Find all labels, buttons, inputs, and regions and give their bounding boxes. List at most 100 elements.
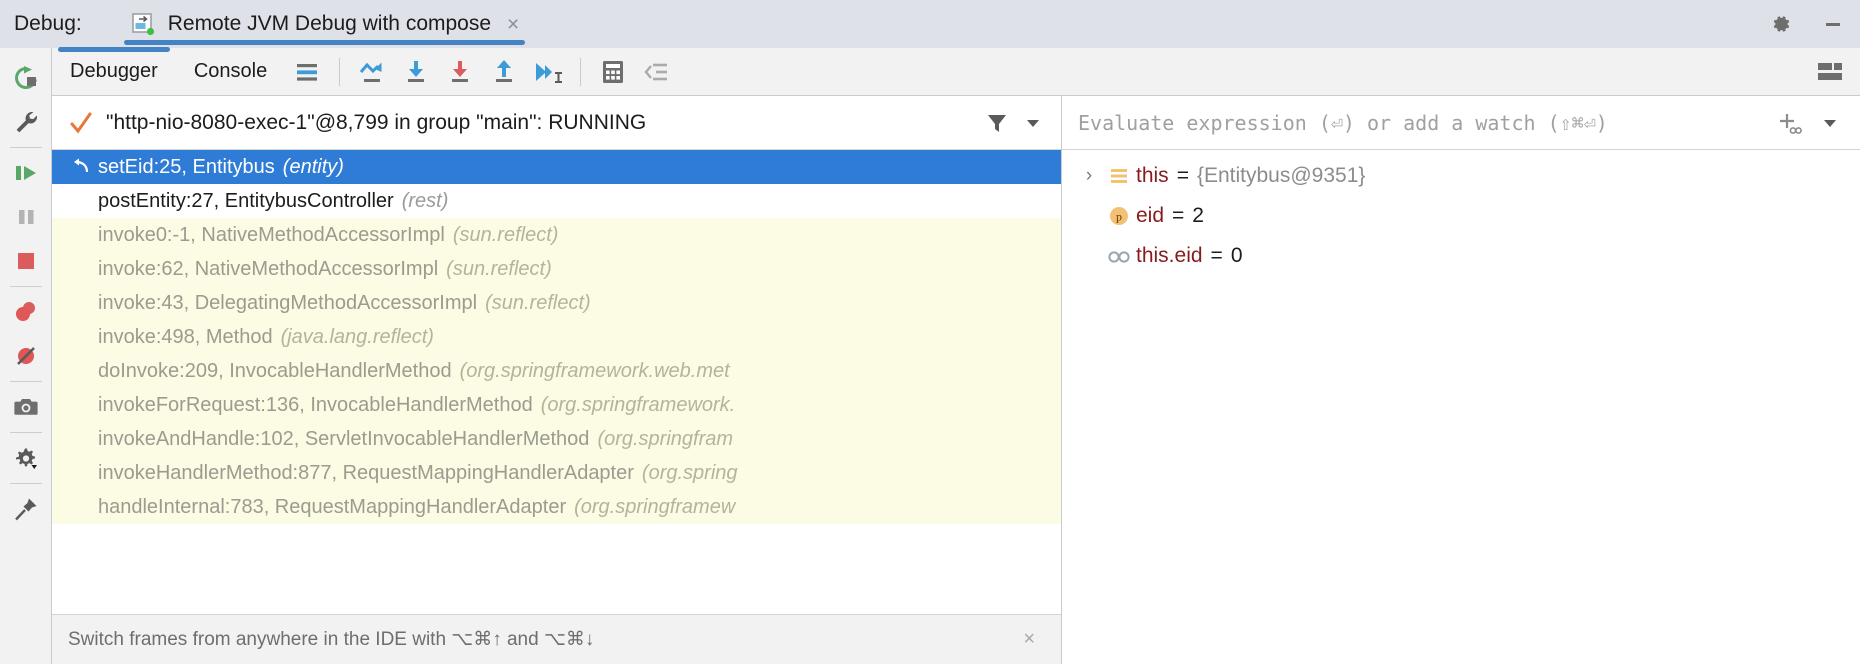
- expand-arrow-icon[interactable]: ›: [1076, 165, 1102, 187]
- chevron-down-icon[interactable]: [1810, 112, 1850, 134]
- frame-method: invoke:62, NativeMethodAccessorImpl: [98, 258, 438, 281]
- remote-debug-icon: [130, 11, 156, 37]
- frame-method: setEid:25, Entitybus: [98, 156, 275, 179]
- evaluate-expression-bar[interactable]: Evaluate expression (⏎) or add a watch (…: [1062, 96, 1860, 150]
- variables-pane: Evaluate expression (⏎) or add a watch (…: [1062, 96, 1860, 664]
- stop-button[interactable]: [6, 239, 46, 283]
- frame-row[interactable]: invokeForRequest:136, InvocableHandlerMe…: [52, 388, 1061, 422]
- variable-equals: =: [1211, 244, 1223, 268]
- mute-breakpoints-button[interactable]: [6, 334, 46, 378]
- variable-equals: =: [1177, 164, 1189, 188]
- frame-row[interactable]: invokeHandlerMethod:877, RequestMappingH…: [52, 456, 1061, 490]
- frame-method: doInvoke:209, InvocableHandlerMethod: [98, 360, 452, 383]
- frame-package: (org.springframework.web.met: [460, 360, 730, 383]
- toolbar-right-controls: [1808, 48, 1852, 96]
- variable-name: this.eid: [1136, 244, 1203, 268]
- run-configuration-tab[interactable]: Remote JVM Debug with compose ×: [124, 0, 526, 48]
- frame-row[interactable]: invoke0:-1, NativeMethodAccessorImpl (su…: [52, 218, 1061, 252]
- frame-package: (rest): [402, 190, 449, 213]
- frame-row[interactable]: doInvoke:209, InvocableHandlerMethod (or…: [52, 354, 1061, 388]
- thread-selector[interactable]: "http-nio-8080-exec-1"@8,799 in group "m…: [52, 96, 1061, 150]
- toolbar-separator: [10, 147, 42, 148]
- frames-lines-icon[interactable]: [285, 50, 329, 94]
- frame-row[interactable]: invoke:498, Method (java.lang.reflect): [52, 320, 1061, 354]
- toolbar-separator: [10, 432, 42, 433]
- lines-arrow-icon[interactable]: [635, 50, 679, 94]
- frame-row[interactable]: handleInternal:783, RequestMappingHandle…: [52, 490, 1061, 524]
- frame-package: (sun.reflect): [446, 258, 552, 281]
- frame-method: invoke:43, DelegatingMethodAccessorImpl: [98, 292, 477, 315]
- calculator-icon[interactable]: [591, 50, 635, 94]
- variable-row[interactable]: › this = {Entitybus@9351}: [1062, 156, 1860, 196]
- parameter-icon: p: [1102, 204, 1136, 228]
- variable-value: {Entitybus@9351}: [1197, 164, 1365, 188]
- frame-row[interactable]: postEntity:27, EntitybusController (rest…: [52, 184, 1061, 218]
- minimize-icon[interactable]: [1820, 11, 1846, 37]
- close-hint-icon[interactable]: ×: [1013, 628, 1045, 651]
- variable-name: this: [1136, 164, 1169, 188]
- frame-package: (org.springframework.: [541, 394, 736, 417]
- frame-package: (org.spring: [642, 462, 738, 485]
- run-to-cursor-icon[interactable]: [526, 50, 570, 94]
- debug-actions-toolbar: [0, 48, 52, 664]
- variable-row[interactable]: p eid = 2: [1062, 196, 1860, 236]
- frame-row[interactable]: invoke:43, DelegatingMethodAccessorImpl …: [52, 286, 1061, 320]
- title-bar-controls: [1768, 0, 1846, 48]
- frame-package: (sun.reflect): [453, 224, 559, 247]
- resume-program-button[interactable]: [6, 151, 46, 195]
- watch-glasses-icon: [1102, 245, 1136, 267]
- frame-row[interactable]: invoke:62, NativeMethodAccessorImpl (sun…: [52, 252, 1061, 286]
- pin-icon[interactable]: [6, 487, 46, 531]
- variables-list[interactable]: › this = {Entitybus@9351}: [1062, 150, 1860, 664]
- tab-console-label: Console: [194, 60, 267, 83]
- svg-text:p: p: [1116, 210, 1122, 224]
- pause-program-button[interactable]: [6, 195, 46, 239]
- add-watch-icon[interactable]: [1770, 110, 1810, 136]
- frame-method: invokeHandlerMethod:877, RequestMappingH…: [98, 462, 634, 485]
- frame-package: (org.springfram: [597, 428, 733, 451]
- toolbar-separator: [10, 381, 42, 382]
- tab-console[interactable]: Console: [176, 48, 285, 96]
- frame-package: (org.springframew: [574, 496, 735, 519]
- hint-text: Switch frames from anywhere in the IDE w…: [68, 628, 1013, 651]
- frames-hint-bar: Switch frames from anywhere in the IDE w…: [52, 614, 1061, 664]
- toolbar-separator: [10, 483, 42, 484]
- edit-configuration-button[interactable]: [6, 100, 46, 144]
- close-tab-icon[interactable]: ×: [507, 14, 519, 35]
- step-over-icon[interactable]: [350, 50, 394, 94]
- frame-package: (java.lang.reflect): [281, 326, 434, 349]
- frame-method: postEntity:27, EntitybusController: [98, 190, 394, 213]
- frame-method: invokeForRequest:136, InvocableHandlerMe…: [98, 394, 533, 417]
- frame-method: handleInternal:783, RequestMappingHandle…: [98, 496, 566, 519]
- gear-icon[interactable]: [1768, 11, 1794, 37]
- evaluate-input-placeholder[interactable]: Evaluate expression (⏎) or add a watch (…: [1078, 111, 1770, 135]
- variable-name: eid: [1136, 204, 1164, 228]
- frame-package: (entity): [283, 156, 344, 179]
- toolbar-separator: [339, 58, 340, 86]
- layout-settings-button[interactable]: [1808, 50, 1852, 94]
- frame-row[interactable]: invokeAndHandle:102, ServletInvocableHan…: [52, 422, 1061, 456]
- tab-active-underline: [124, 40, 526, 45]
- frames-list[interactable]: setEid:25, Entitybus (entity) postEntity…: [52, 150, 1061, 614]
- rerun-button[interactable]: [6, 56, 46, 100]
- chevron-down-icon[interactable]: [1015, 112, 1051, 134]
- force-step-into-icon[interactable]: [438, 50, 482, 94]
- toolbar-separator: [10, 286, 42, 287]
- debugger-content: Debugger Console: [52, 48, 1860, 664]
- camera-icon[interactable]: [6, 385, 46, 429]
- tab-debugger-label: Debugger: [70, 60, 158, 83]
- run-configuration-name: Remote JVM Debug with compose: [168, 12, 491, 36]
- variable-row[interactable]: this.eid = 0: [1062, 236, 1860, 276]
- frame-method: invoke:498, Method: [98, 326, 273, 349]
- tab-debugger[interactable]: Debugger: [52, 48, 176, 96]
- step-into-icon[interactable]: [394, 50, 438, 94]
- frame-row[interactable]: setEid:25, Entitybus (entity): [52, 150, 1061, 184]
- settings-button[interactable]: [6, 436, 46, 480]
- view-breakpoints-button[interactable]: [6, 290, 46, 334]
- frame-method: invokeAndHandle:102, ServletInvocableHan…: [98, 428, 589, 451]
- step-out-icon[interactable]: [482, 50, 526, 94]
- debugger-panels: "http-nio-8080-exec-1"@8,799 in group "m…: [52, 96, 1860, 664]
- variable-value: 0: [1231, 244, 1243, 268]
- filter-icon[interactable]: [979, 111, 1015, 135]
- return-arrow-icon: [68, 156, 94, 178]
